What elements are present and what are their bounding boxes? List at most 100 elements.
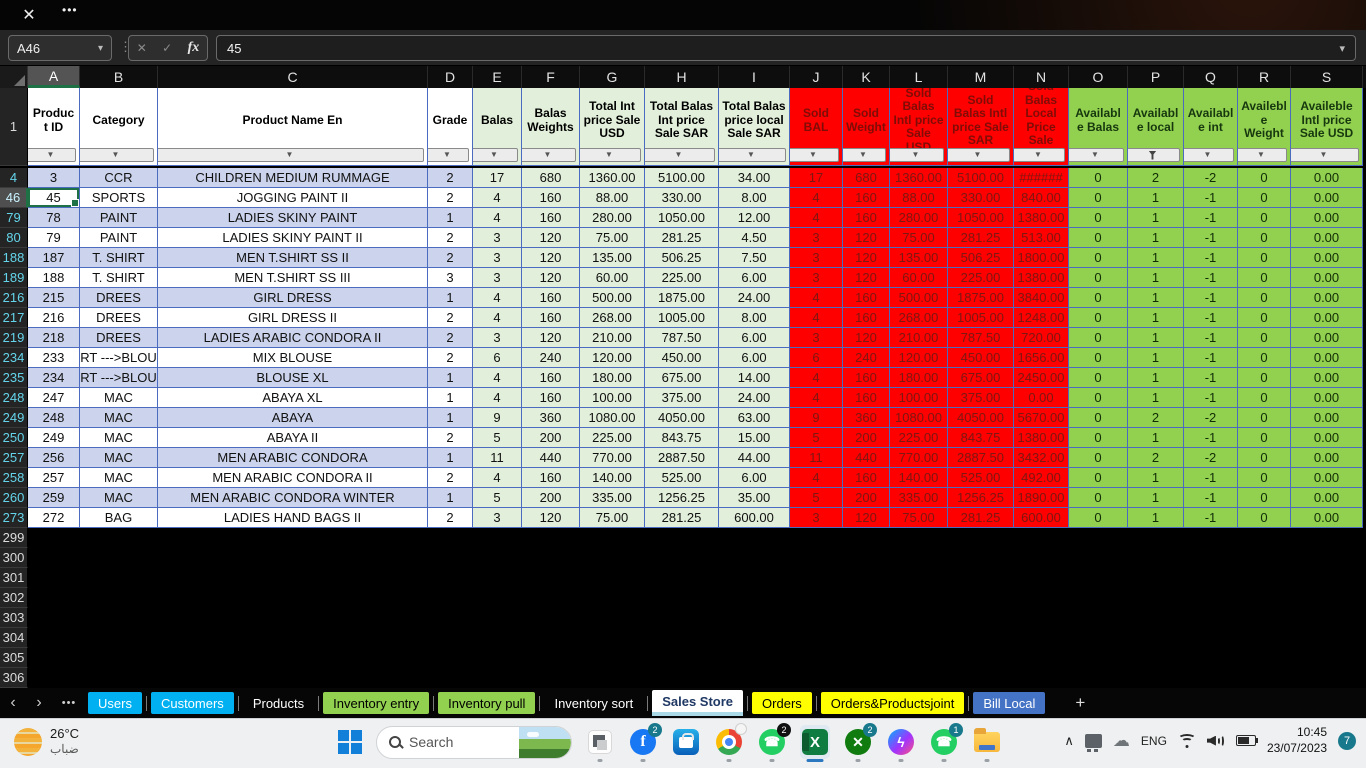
column-header-R[interactable]: R bbox=[1238, 66, 1291, 88]
cell-P260[interactable]: 1 bbox=[1128, 488, 1184, 508]
cell-P273[interactable]: 1 bbox=[1128, 508, 1184, 528]
sheet-nav-prev-icon[interactable]: ‹ bbox=[0, 694, 26, 712]
cell-R80[interactable]: 0 bbox=[1238, 228, 1291, 248]
taskbar-xbox-button[interactable]: ✕ 2 bbox=[843, 723, 877, 759]
cell-D217[interactable]: 2 bbox=[428, 308, 473, 328]
cell-N80[interactable]: 513.00 bbox=[1014, 228, 1069, 248]
cell-L4[interactable]: 1360.00 bbox=[890, 168, 948, 188]
cell-F234[interactable]: 240 bbox=[522, 348, 580, 368]
cell-S250[interactable]: 0.00 bbox=[1291, 428, 1363, 448]
cell-O234[interactable]: 0 bbox=[1069, 348, 1128, 368]
cell-I216[interactable]: 24.00 bbox=[719, 288, 790, 308]
filter-dropdown-button[interactable]: ▼ bbox=[522, 148, 576, 162]
cell-B188[interactable]: T. SHIRT bbox=[80, 248, 158, 268]
cell-C219[interactable]: LADIES ARABIC CONDORA II bbox=[158, 328, 428, 348]
cell-I234[interactable]: 6.00 bbox=[719, 348, 790, 368]
cell-D46[interactable]: 2 bbox=[428, 188, 473, 208]
cell-S248[interactable]: 0.00 bbox=[1291, 388, 1363, 408]
cell-P216[interactable]: 1 bbox=[1128, 288, 1184, 308]
cell-Q79[interactable]: -1 bbox=[1184, 208, 1238, 228]
cell-G219[interactable]: 210.00 bbox=[580, 328, 645, 348]
cell-J4[interactable]: 17 bbox=[790, 168, 843, 188]
cell-J235[interactable]: 4 bbox=[790, 368, 843, 388]
cell-L217[interactable]: 268.00 bbox=[890, 308, 948, 328]
cell-O189[interactable]: 0 bbox=[1069, 268, 1128, 288]
cell-G216[interactable]: 500.00 bbox=[580, 288, 645, 308]
cell-H235[interactable]: 675.00 bbox=[645, 368, 719, 388]
cell-L257[interactable]: 770.00 bbox=[890, 448, 948, 468]
column-header-A[interactable]: A bbox=[28, 66, 80, 88]
cell-L234[interactable]: 120.00 bbox=[890, 348, 948, 368]
filter-dropdown-button[interactable]: ▼ bbox=[580, 148, 641, 162]
cell-E219[interactable]: 3 bbox=[473, 328, 522, 348]
cell-E4[interactable]: 17 bbox=[473, 168, 522, 188]
cell-L46[interactable]: 88.00 bbox=[890, 188, 948, 208]
cell-R248[interactable]: 0 bbox=[1238, 388, 1291, 408]
cell-Q249[interactable]: -2 bbox=[1184, 408, 1238, 428]
add-sheet-button[interactable]: + bbox=[1075, 693, 1085, 713]
cell-F250[interactable]: 200 bbox=[522, 428, 580, 448]
device-icon[interactable] bbox=[1084, 733, 1102, 752]
cell-A250[interactable]: 249 bbox=[28, 428, 80, 448]
cell-R79[interactable]: 0 bbox=[1238, 208, 1291, 228]
filter-dropdown-button[interactable]: ▼ bbox=[80, 148, 154, 162]
cell-Q248[interactable]: -1 bbox=[1184, 388, 1238, 408]
cell-L250[interactable]: 225.00 bbox=[890, 428, 948, 448]
cell-J260[interactable]: 5 bbox=[790, 488, 843, 508]
cell-P250[interactable]: 1 bbox=[1128, 428, 1184, 448]
cell-N216[interactable]: 3840.00 bbox=[1014, 288, 1069, 308]
cell-S234[interactable]: 0.00 bbox=[1291, 348, 1363, 368]
cell-O249[interactable]: 0 bbox=[1069, 408, 1128, 428]
cell-G188[interactable]: 135.00 bbox=[580, 248, 645, 268]
filter-dropdown-button[interactable]: ▼ bbox=[1238, 148, 1287, 162]
cell-H189[interactable]: 225.00 bbox=[645, 268, 719, 288]
cell-H250[interactable]: 843.75 bbox=[645, 428, 719, 448]
cell-A4[interactable]: 3 bbox=[28, 168, 80, 188]
cell-B273[interactable]: BAG bbox=[80, 508, 158, 528]
cell-L249[interactable]: 1080.00 bbox=[890, 408, 948, 428]
cell-E257[interactable]: 11 bbox=[473, 448, 522, 468]
cell-P189[interactable]: 1 bbox=[1128, 268, 1184, 288]
filter-dropdown-button[interactable]: ▼ bbox=[645, 148, 715, 162]
cell-S80[interactable]: 0.00 bbox=[1291, 228, 1363, 248]
cell-J79[interactable]: 4 bbox=[790, 208, 843, 228]
cell-C189[interactable]: MEN T.SHIRT SS III bbox=[158, 268, 428, 288]
cell-J257[interactable]: 11 bbox=[790, 448, 843, 468]
cell-B249[interactable]: MAC bbox=[80, 408, 158, 428]
cell-G250[interactable]: 225.00 bbox=[580, 428, 645, 448]
cell-D4[interactable]: 2 bbox=[428, 168, 473, 188]
cell-C249[interactable]: ABAYA bbox=[158, 408, 428, 428]
cell-S260[interactable]: 0.00 bbox=[1291, 488, 1363, 508]
column-header-M[interactable]: M bbox=[948, 66, 1014, 88]
row-header-189[interactable]: 189 bbox=[0, 268, 28, 288]
cell-R257[interactable]: 0 bbox=[1238, 448, 1291, 468]
cell-F80[interactable]: 120 bbox=[522, 228, 580, 248]
cell-I80[interactable]: 4.50 bbox=[719, 228, 790, 248]
cell-I235[interactable]: 14.00 bbox=[719, 368, 790, 388]
cell-M4[interactable]: 5100.00 bbox=[948, 168, 1014, 188]
cell-J250[interactable]: 5 bbox=[790, 428, 843, 448]
cell-H46[interactable]: 330.00 bbox=[645, 188, 719, 208]
cell-J273[interactable]: 3 bbox=[790, 508, 843, 528]
column-header-D[interactable]: D bbox=[428, 66, 473, 88]
cell-S273[interactable]: 0.00 bbox=[1291, 508, 1363, 528]
cell-L258[interactable]: 140.00 bbox=[890, 468, 948, 488]
cell-I46[interactable]: 8.00 bbox=[719, 188, 790, 208]
cell-S188[interactable]: 0.00 bbox=[1291, 248, 1363, 268]
cell-B216[interactable]: DREES bbox=[80, 288, 158, 308]
cell-R249[interactable]: 0 bbox=[1238, 408, 1291, 428]
cell-H219[interactable]: 787.50 bbox=[645, 328, 719, 348]
cell-P235[interactable]: 1 bbox=[1128, 368, 1184, 388]
cell-M249[interactable]: 4050.00 bbox=[948, 408, 1014, 428]
cell-J234[interactable]: 6 bbox=[790, 348, 843, 368]
cell-I249[interactable]: 63.00 bbox=[719, 408, 790, 428]
cell-K257[interactable]: 440 bbox=[843, 448, 890, 468]
cell-J80[interactable]: 3 bbox=[790, 228, 843, 248]
select-all-button[interactable] bbox=[0, 66, 28, 88]
row-header-302[interactable]: 302 bbox=[0, 588, 28, 608]
cell-M260[interactable]: 1256.25 bbox=[948, 488, 1014, 508]
cell-K80[interactable]: 120 bbox=[843, 228, 890, 248]
cell-Q219[interactable]: -1 bbox=[1184, 328, 1238, 348]
cell-F4[interactable]: 680 bbox=[522, 168, 580, 188]
cell-L80[interactable]: 75.00 bbox=[890, 228, 948, 248]
